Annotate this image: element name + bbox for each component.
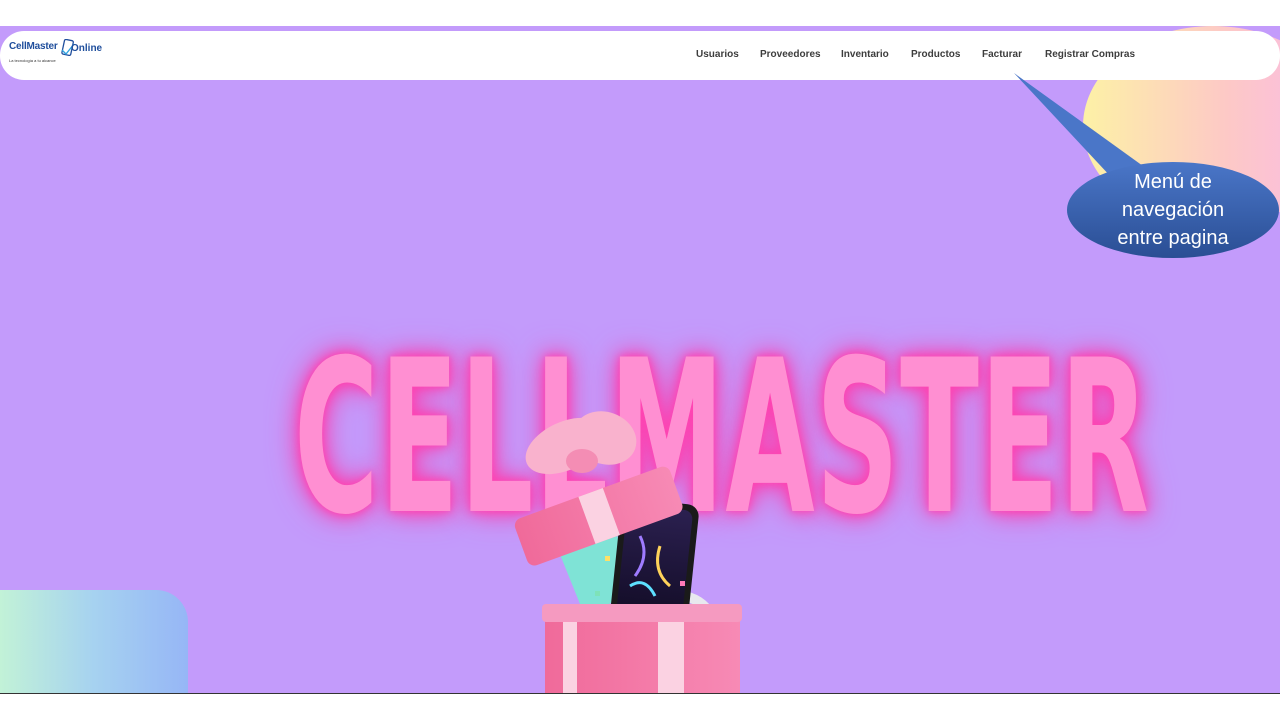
bottom-divider [0,693,1280,694]
callout-line-3: entre pagina [1117,227,1229,249]
callout-line-2: navegación [1121,199,1225,221]
callout-bubble [1014,73,1279,258]
callout-line-1: Menú de [1134,171,1212,193]
callout-text: Menú de navegación entre pagina [1068,168,1278,252]
